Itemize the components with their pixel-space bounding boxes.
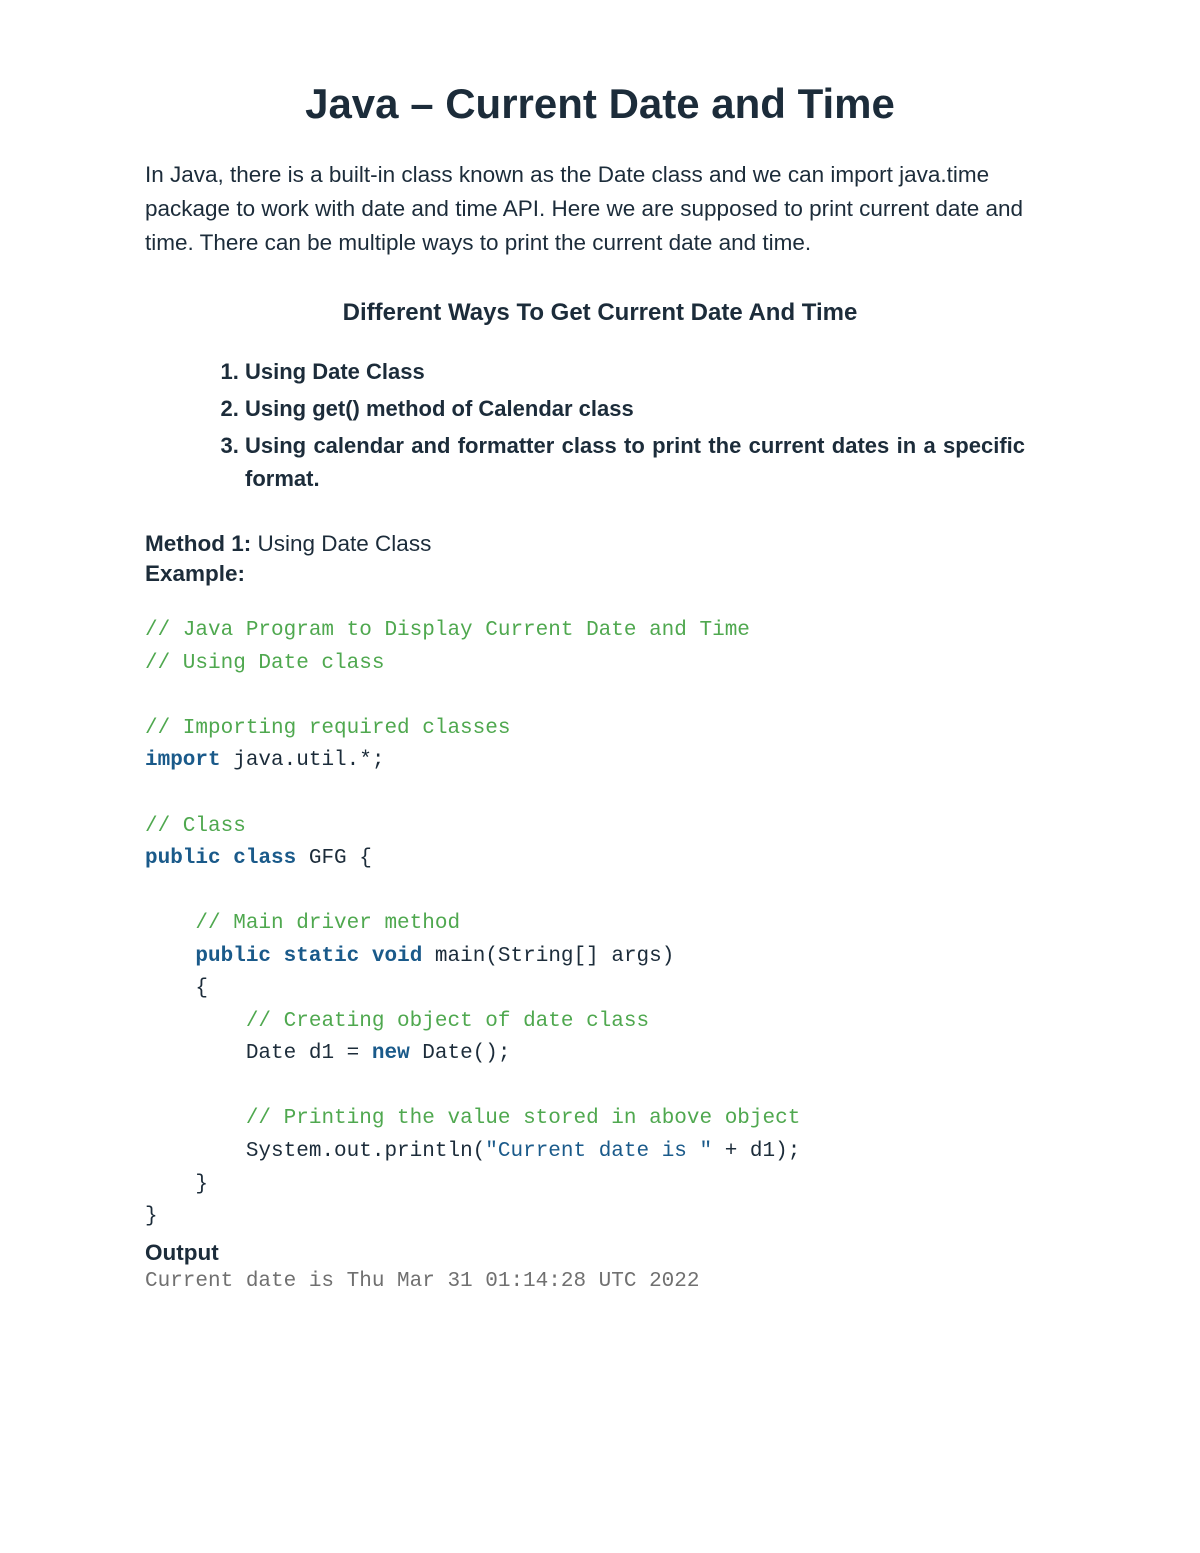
code-keyword: import: [145, 749, 221, 772]
code-text: }: [145, 1205, 158, 1228]
ways-list: Using Date Class Using get() method of C…: [145, 355, 1055, 495]
code-text: Date d1 =: [246, 1042, 372, 1065]
code-text: Date();: [410, 1042, 511, 1065]
code-keyword: void: [372, 945, 422, 968]
code-comment: // Java Program to Display Current Date …: [145, 619, 750, 642]
code-comment: // Using Date class: [145, 652, 384, 675]
code-comment: // Printing the value stored in above ob…: [246, 1107, 801, 1130]
output-label: Output: [145, 1240, 1055, 1266]
code-text: }: [195, 1173, 208, 1196]
code-keyword: public: [195, 945, 271, 968]
section-subheading: Different Ways To Get Current Date And T…: [145, 299, 1055, 327]
list-item: Using get() method of Calendar class: [245, 392, 1025, 425]
page-title: Java – Current Date and Time: [145, 80, 1055, 128]
code-comment: // Importing required classes: [145, 717, 510, 740]
code-text: java.util.*;: [221, 749, 385, 772]
code-string: "Current date is ": [485, 1140, 712, 1163]
method-label: Method 1:: [145, 531, 251, 556]
code-text: System.out.println(: [246, 1140, 485, 1163]
code-keyword: new: [372, 1042, 410, 1065]
output-text: Current date is Thu Mar 31 01:14:28 UTC …: [145, 1270, 1055, 1293]
code-text: GFG {: [296, 847, 372, 870]
code-block: // Java Program to Display Current Date …: [145, 615, 1055, 1233]
code-comment: // Main driver method: [195, 912, 460, 935]
code-comment: // Creating object of date class: [246, 1010, 649, 1033]
example-label: Example:: [145, 561, 1055, 587]
method-name: Using Date Class: [251, 531, 431, 556]
list-item: Using calendar and formatter class to pr…: [245, 429, 1025, 495]
method-heading: Method 1: Using Date Class: [145, 531, 1055, 557]
list-item: Using Date Class: [245, 355, 1025, 388]
code-text: + d1);: [712, 1140, 800, 1163]
code-text: main(String[] args): [422, 945, 674, 968]
code-keyword: static: [284, 945, 360, 968]
code-keyword: class: [233, 847, 296, 870]
code-text: {: [195, 977, 208, 1000]
code-keyword: public: [145, 847, 221, 870]
code-comment: // Class: [145, 815, 246, 838]
intro-paragraph: In Java, there is a built-in class known…: [145, 158, 1055, 259]
